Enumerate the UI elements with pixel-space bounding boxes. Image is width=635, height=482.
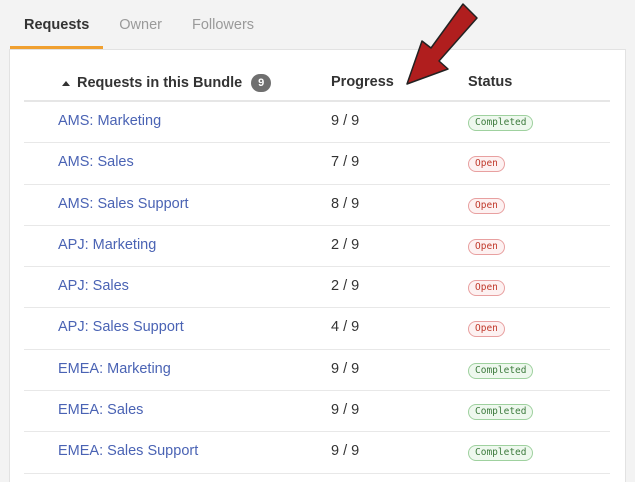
status-badge: Open — [468, 197, 505, 214]
requests-column-header[interactable]: Requests in this Bundle 9 — [62, 74, 272, 92]
request-progress: 2 / 9 — [331, 236, 360, 253]
request-progress: 7 / 9 — [331, 154, 360, 171]
request-link[interactable]: EMEA: Marketing — [58, 361, 171, 377]
status-badge: Completed — [468, 404, 534, 421]
request-progress: 2 / 9 — [331, 278, 360, 295]
status-badge: Completed — [468, 115, 534, 131]
table-body: AMS: Marketing 9 / 9 Completed AMS: Sales 7 … — [24, 102, 610, 474]
request-link[interactable]: APJ: Sales — [58, 278, 129, 294]
request-link[interactable]: EMEA: Sales Support — [58, 443, 198, 459]
status-cell: Completed — [468, 443, 534, 462]
progress-column-header: Progress — [331, 74, 394, 90]
table-row: AMS: Marketing 9 / 9 Completed — [24, 102, 610, 144]
request-link[interactable]: AMS: Marketing — [58, 113, 161, 129]
page: Requests Owner Followers Requests in thi… — [0, 0, 635, 482]
status-cell: Completed — [468, 361, 534, 379]
status-badge: Open — [468, 280, 505, 297]
table-row: APJ: Marketing 2 / 9 Open — [24, 226, 610, 268]
tab-owner[interactable]: Owner — [105, 0, 176, 49]
status-badge: Open — [468, 321, 505, 338]
request-progress: 9 / 9 — [331, 113, 360, 129]
table-row: APJ: Sales 2 / 9 Open — [24, 267, 610, 309]
requests-header-label: Requests in this Bundle — [77, 75, 243, 91]
table-row: AMS: Sales 7 / 9 Open — [24, 143, 610, 185]
table-header: Requests in this Bundle 9 Progress Statu… — [24, 64, 610, 102]
request-progress: 9 / 9 — [331, 443, 360, 460]
status-cell: Open — [468, 278, 505, 297]
request-progress: 4 / 9 — [331, 319, 360, 336]
request-link[interactable]: AMS: Sales Support — [58, 196, 189, 212]
caret-up-icon — [62, 80, 70, 86]
status-cell: Completed — [468, 402, 534, 421]
request-progress: 9 / 9 — [331, 402, 360, 419]
table-row: EMEA: Sales Support 9 / 9 Completed — [24, 432, 610, 474]
table-row: AMS: Sales Support 8 / 9 Open — [24, 185, 610, 226]
status-badge: Open — [468, 238, 505, 255]
tab-bar: Requests Owner Followers — [10, 0, 270, 49]
tab-followers[interactable]: Followers — [178, 0, 268, 49]
request-link[interactable]: AMS: Sales — [58, 154, 134, 170]
status-cell: Open — [468, 319, 505, 338]
status-badge: Open — [468, 156, 505, 173]
table-row: APJ: Sales Support 4 / 9 Open — [24, 308, 610, 350]
request-link[interactable]: APJ: Marketing — [58, 237, 156, 253]
request-link[interactable]: APJ: Sales Support — [58, 319, 184, 335]
status-badge: Completed — [468, 445, 534, 462]
tab-requests[interactable]: Requests — [10, 0, 104, 49]
request-progress: 9 / 9 — [331, 360, 360, 377]
table-row: EMEA: Sales 9 / 9 Completed — [24, 391, 610, 433]
status-cell: Open — [468, 237, 505, 255]
status-cell: Open — [468, 196, 505, 214]
table-row: EMEA: Marketing 9 / 9 Completed — [24, 350, 610, 392]
status-cell: Completed — [468, 113, 534, 131]
status-cell: Open — [468, 154, 505, 173]
red-arrow-icon — [406, 3, 478, 85]
status-badge: Completed — [468, 362, 534, 379]
request-link[interactable]: EMEA: Sales — [58, 402, 143, 418]
requests-count-badge: 9 — [251, 74, 272, 92]
request-progress: 8 / 9 — [331, 195, 360, 212]
